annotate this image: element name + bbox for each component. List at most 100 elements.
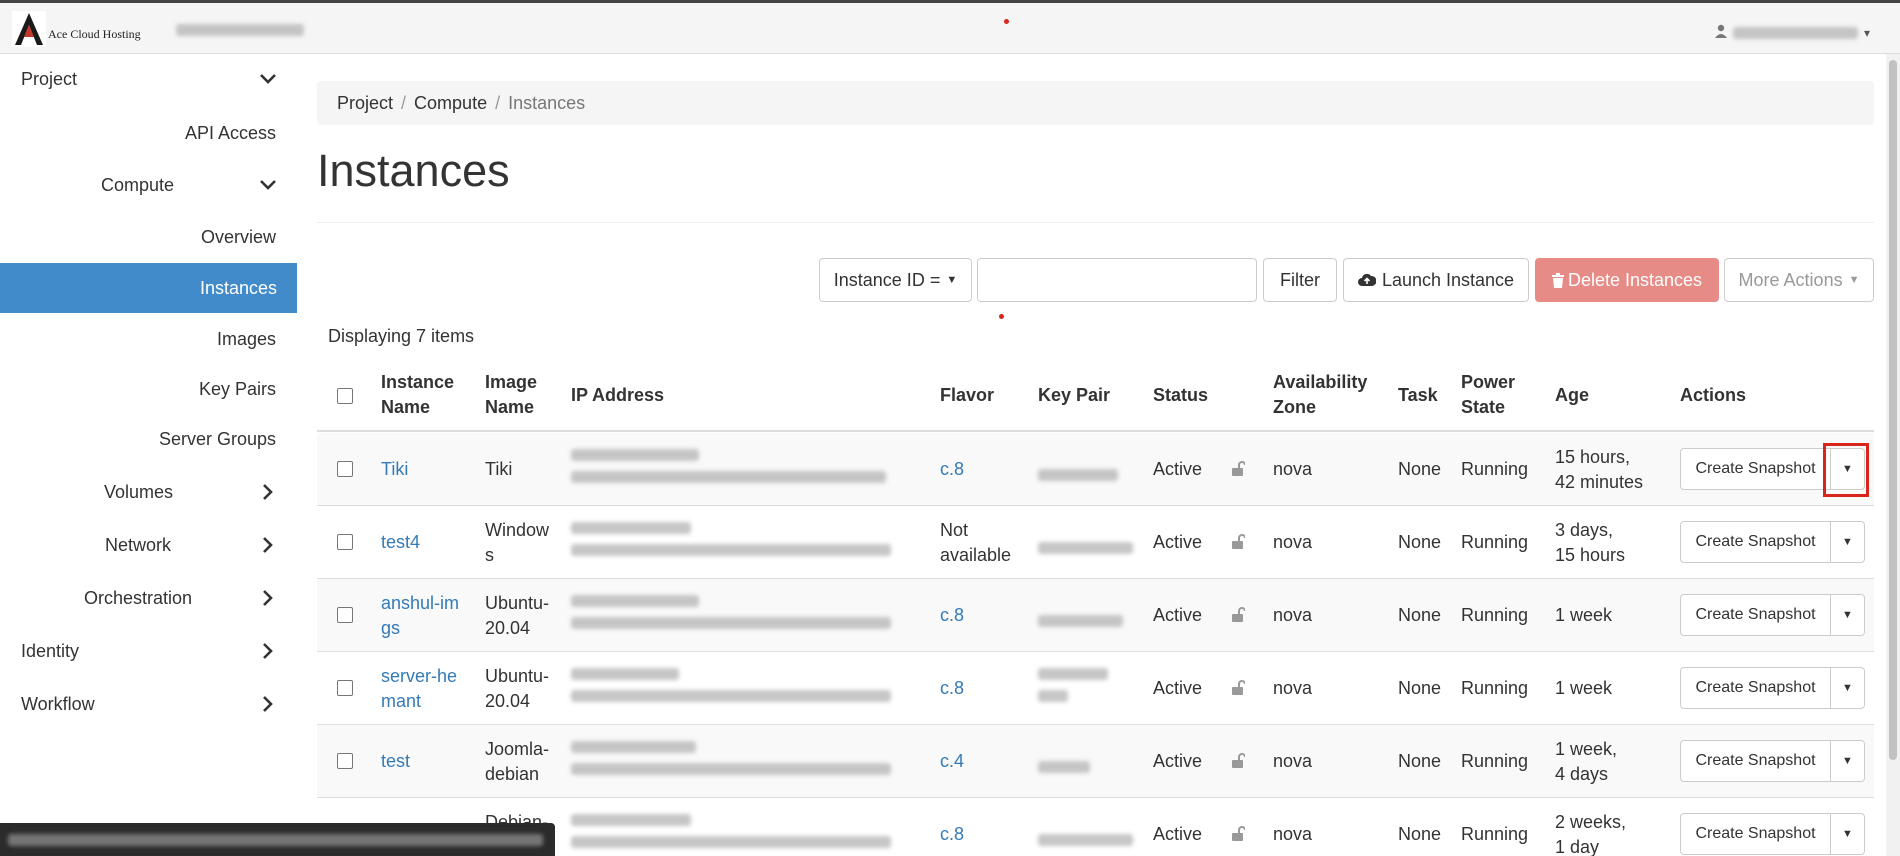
flavor-link[interactable]: c.8 (940, 457, 964, 482)
sidebar-item-network[interactable]: Network (105, 520, 297, 570)
image-name: Ubuntu- 20.04 (485, 666, 550, 711)
cursor-marker (1004, 19, 1009, 24)
delete-instances-button[interactable]: Delete Instances (1535, 258, 1719, 302)
breadcrumb-project-link[interactable]: Project (337, 93, 393, 114)
create-snapshot-button[interactable]: Create Snapshot (1680, 594, 1831, 636)
column-header-key-pair[interactable]: Key Pair (1038, 383, 1110, 408)
task-text: None (1398, 532, 1442, 552)
instance-name-link[interactable]: test (381, 749, 410, 774)
breadcrumb-separator: / (495, 92, 501, 113)
table-header: Instance Name Image Name IP Address Flavor… (317, 358, 1874, 432)
row-checkbox[interactable] (337, 461, 353, 477)
flavor-link[interactable]: c.8 (940, 603, 964, 628)
column-header-flavor[interactable]: Flavor (940, 383, 994, 408)
sidebar-item-key-pairs[interactable]: Key Pairs (199, 364, 276, 414)
filter-field-dropdown[interactable]: Instance ID = ▼ (819, 258, 972, 302)
user-menu-dropdown[interactable]: ▾ (1714, 22, 1870, 43)
row-actions: Create Snapshot ▼ (1680, 667, 1865, 709)
column-header-availability-zone[interactable]: Availability Zone (1273, 370, 1367, 420)
flavor-link[interactable]: c.4 (940, 749, 964, 774)
sidebar-item-project[interactable]: Project (21, 54, 297, 104)
key-pair-redacted (1038, 463, 1118, 488)
row-checkbox[interactable] (337, 534, 353, 550)
create-snapshot-button[interactable]: Create Snapshot (1680, 521, 1831, 563)
row-actions-dropdown-toggle[interactable]: ▼ (1831, 594, 1865, 636)
column-header-age[interactable]: Age (1555, 383, 1589, 408)
task-text: None (1398, 751, 1442, 771)
unlocked-icon[interactable] (1231, 826, 1246, 842)
create-snapshot-button[interactable]: Create Snapshot (1680, 813, 1831, 855)
create-snapshot-button[interactable]: Create Snapshot (1680, 448, 1831, 490)
create-snapshot-button[interactable]: Create Snapshot (1680, 740, 1831, 782)
sidebar-item-server-groups[interactable]: Server Groups (159, 414, 276, 464)
status-text: Active (1153, 678, 1203, 698)
brand-logo-link[interactable]: Ace Cloud Hosting (12, 11, 141, 47)
flavor-link[interactable]: c.8 (940, 822, 964, 847)
instance-name-link[interactable]: Tiki (381, 457, 408, 482)
age-text: 1 week (1555, 678, 1613, 698)
sidebar-item-label: Compute (101, 174, 175, 195)
sidebar-item-label: Project (21, 68, 78, 89)
scrollbar-thumb[interactable] (1889, 60, 1897, 760)
row-actions-dropdown-toggle[interactable]: ▼ (1831, 521, 1865, 563)
unlocked-icon[interactable] (1231, 680, 1246, 696)
row-actions: Create Snapshot ▼ (1680, 813, 1865, 855)
status-text: Active (1153, 459, 1203, 479)
key-pair-redacted (1038, 536, 1133, 561)
power-state: Running (1461, 459, 1529, 479)
table-row: server-he mant Ubuntu- 20.04 c.8 Active no… (317, 652, 1874, 725)
instance-name-link[interactable]: test4 (381, 530, 420, 555)
sidebar-item-identity[interactable]: Identity (21, 626, 297, 676)
unlocked-icon[interactable] (1231, 461, 1246, 477)
chevron-right-icon (263, 484, 273, 500)
sidebar-item-overview[interactable]: Overview (201, 212, 276, 262)
ip-address-redacted (571, 595, 891, 639)
row-actions-dropdown-toggle[interactable]: ▼ (1831, 667, 1865, 709)
sidebar-item-api-access[interactable]: API Access (185, 108, 276, 158)
project-selector-dropdown[interactable] (176, 22, 306, 38)
breadcrumb: Project / Compute / Instances (317, 81, 1874, 125)
table-row: anshul-im gs Ubuntu- 20.04 c.8 Active nova… (317, 579, 1874, 652)
column-header-ip-address[interactable]: IP Address (571, 383, 664, 408)
ip-address-redacted (571, 522, 891, 566)
unlocked-icon[interactable] (1231, 753, 1246, 769)
row-checkbox[interactable] (337, 680, 353, 696)
sidebar-item-volumes[interactable]: Volumes (104, 467, 297, 517)
sidebar-item-label: Volumes (104, 481, 174, 502)
instance-name-link[interactable]: anshul-im gs (381, 591, 459, 641)
chevron-right-icon (263, 537, 273, 553)
instance-name-link[interactable]: server-he mant (381, 664, 457, 714)
select-all-checkbox[interactable] (337, 388, 353, 404)
filter-button[interactable]: Filter (1263, 258, 1337, 302)
trash-icon (1551, 272, 1564, 288)
row-checkbox[interactable] (337, 607, 353, 623)
sidebar-item-images[interactable]: Images (217, 314, 276, 364)
row-actions-dropdown-toggle[interactable]: ▼ (1831, 813, 1865, 855)
image-name: Window s (485, 520, 550, 565)
sidebar-item-label: Server Groups (158, 428, 276, 449)
sidebar-item-workflow[interactable]: Workflow (21, 679, 297, 729)
unlocked-icon[interactable] (1231, 534, 1246, 550)
flavor-link[interactable]: c.8 (940, 676, 964, 701)
launch-instance-button[interactable]: Launch Instance (1343, 258, 1529, 302)
column-header-status[interactable]: Status (1153, 383, 1208, 408)
column-header-power-state[interactable]: Power State (1461, 370, 1515, 420)
sidebar-item-instances[interactable]: Instances (0, 263, 297, 313)
search-input[interactable] (977, 258, 1257, 302)
breadcrumb-compute-link[interactable]: Compute (414, 93, 487, 114)
row-actions: Create Snapshot ▼ (1680, 594, 1865, 636)
sidebar-item-label: Overview (200, 226, 276, 247)
power-state: Running (1461, 678, 1529, 698)
row-actions-dropdown-toggle[interactable]: ▼ (1831, 740, 1865, 782)
more-actions-dropdown[interactable]: More Actions ▼ (1724, 258, 1874, 302)
page-scrollbar[interactable] (1886, 54, 1900, 856)
sidebar-item-orchestration[interactable]: Orchestration (84, 573, 297, 623)
unlocked-icon[interactable] (1231, 607, 1246, 623)
create-snapshot-button[interactable]: Create Snapshot (1680, 667, 1831, 709)
column-header-task[interactable]: Task (1398, 383, 1438, 408)
row-checkbox[interactable] (337, 753, 353, 769)
sidebar-item-compute[interactable]: Compute (101, 160, 297, 210)
column-header-instance-name[interactable]: Instance Name (381, 370, 454, 420)
column-header-image-name[interactable]: Image Name (485, 370, 537, 420)
task-text: None (1398, 459, 1442, 479)
